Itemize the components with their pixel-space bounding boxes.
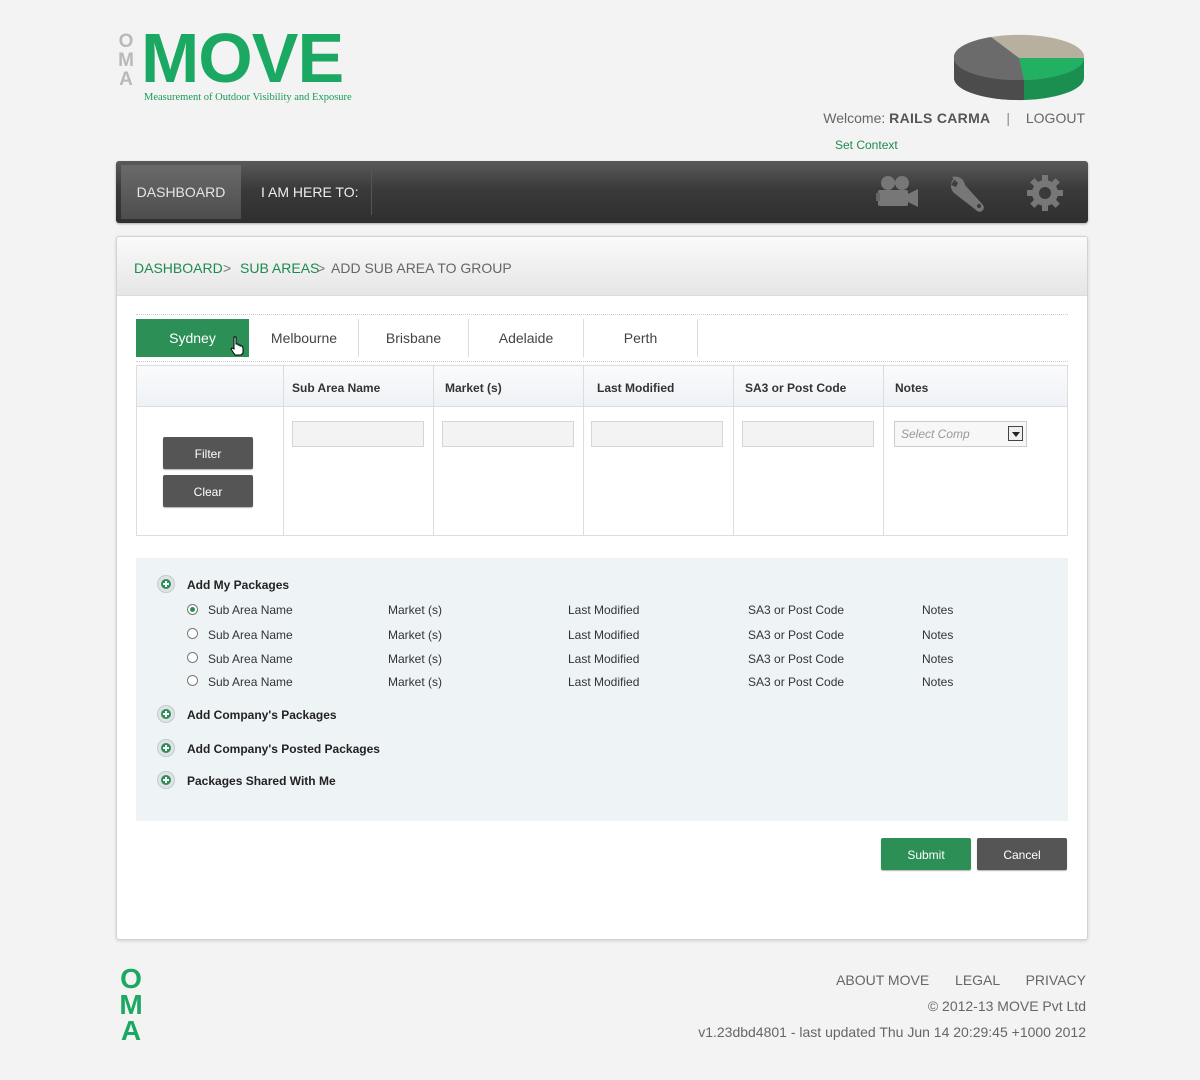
chevron-down-icon[interactable] [1008, 426, 1023, 441]
tabs-top-rule [136, 314, 1068, 315]
tab-perth[interactable]: Perth [584, 319, 698, 357]
column-header-last-modified[interactable]: Last Modified [597, 366, 674, 406]
package-cell: Sub Area Name [208, 628, 293, 642]
footer-link-privacy[interactable]: PRIVACY [1026, 972, 1086, 988]
package-cell: Sub Area Name [208, 652, 293, 666]
column-divider [283, 366, 284, 535]
post-code-filter-input[interactable] [742, 421, 874, 447]
package-cell: Notes [922, 603, 954, 617]
package-radio[interactable] [187, 675, 198, 686]
package-cell: Market (s) [388, 652, 442, 666]
main-panel: DASHBOARD > SUB AREAS > ADD SUB AREA TO … [116, 236, 1088, 940]
last-modified-filter-input[interactable] [591, 421, 723, 447]
package-cell: Market (s) [388, 628, 442, 642]
oma-logo-vertical: OMA [118, 31, 134, 90]
cancel-button[interactable]: Cancel [977, 838, 1067, 870]
column-divider [433, 366, 434, 535]
column-header-markets[interactable]: Market (s) [445, 366, 502, 406]
package-cell: Market (s) [388, 603, 442, 617]
breadcrumb-separator: > [317, 260, 326, 276]
welcome-bar: Welcome: RAILS CARMA | LOGOUT [823, 110, 1085, 126]
nav-divider [371, 169, 372, 215]
set-context-link[interactable]: Set Context [835, 138, 898, 152]
tabs-bottom-rule [136, 361, 1068, 362]
package-cell: Notes [922, 628, 954, 642]
package-cell: Notes [922, 675, 954, 689]
section-add-company-packages[interactable]: Add Company's Packages [187, 708, 337, 722]
camera-icon[interactable] [874, 173, 922, 213]
column-header-sa3-post-code[interactable]: SA3 or Post Code [745, 366, 846, 406]
packages-panel: Add My Packages Sub Area Name Market (s)… [136, 558, 1068, 821]
main-navbar: DASHBOARD I AM HERE TO: [116, 161, 1088, 223]
column-header-notes[interactable]: Notes [895, 366, 928, 406]
breadcrumb-sub-areas[interactable]: SUB AREAS [240, 237, 319, 299]
tab-adelaide[interactable]: Adelaide [469, 319, 584, 357]
tab-brisbane[interactable]: Brisbane [359, 319, 469, 357]
expand-plus-icon[interactable] [157, 771, 175, 789]
hand-cursor-icon [230, 336, 244, 356]
filter-table: Sub Area Name Market (s) Last Modified S… [136, 365, 1068, 536]
brand-tagline: Measurement of Outdoor Visibility and Ex… [144, 92, 352, 103]
package-cell: Sub Area Name [208, 603, 293, 617]
package-cell: Sub Area Name [208, 675, 293, 689]
expand-plus-icon[interactable] [157, 575, 175, 593]
filter-button[interactable]: Filter [163, 437, 253, 469]
logout-link[interactable]: LOGOUT [1026, 110, 1085, 126]
brand-name: MOVE [141, 19, 344, 97]
nav-dashboard[interactable]: DASHBOARD [121, 165, 241, 219]
nav-here-to[interactable]: I AM HERE TO: [261, 161, 359, 223]
package-radio[interactable] [187, 652, 198, 663]
section-add-company-posted-packages[interactable]: Add Company's Posted Packages [187, 742, 380, 756]
package-cell: Market (s) [388, 675, 442, 689]
breadcrumb-dashboard[interactable]: DASHBOARD [134, 237, 223, 299]
expand-plus-icon[interactable] [157, 705, 175, 723]
package-cell: Last Modified [568, 652, 640, 666]
package-cell: Last Modified [568, 628, 640, 642]
package-cell: Notes [922, 652, 954, 666]
breadcrumb-current: ADD SUB AREA TO GROUP [331, 260, 512, 276]
sub-area-name-filter-input[interactable] [292, 421, 424, 447]
select-comp-placeholder: Select Comp [901, 427, 970, 441]
breadcrumb-separator: > [223, 260, 232, 276]
column-divider [583, 366, 584, 535]
pie-chart-icon [953, 34, 1085, 101]
footer-links: ABOUT MOVE LEGAL PRIVACY [814, 972, 1086, 988]
package-cell: SA3 or Post Code [748, 603, 845, 617]
column-divider [733, 366, 734, 535]
package-cell: Last Modified [568, 675, 640, 689]
version-info: v1.23dbd4801 - last updated Thu Jun 14 2… [698, 1024, 1086, 1040]
package-radio[interactable] [187, 628, 198, 639]
submit-button[interactable]: Submit [881, 838, 971, 870]
footer-link-about[interactable]: ABOUT MOVE [836, 972, 929, 988]
footer-oma-logo: OMA [119, 963, 143, 1046]
markets-filter-input[interactable] [442, 421, 574, 447]
package-cell: SA3 or Post Code [748, 652, 845, 666]
package-cell: SA3 or Post Code [748, 675, 845, 689]
clear-button[interactable]: Clear [163, 475, 253, 507]
copyright: © 2012-13 MOVE Pvt Ltd [927, 998, 1086, 1014]
tab-melbourne[interactable]: Melbourne [250, 319, 359, 357]
user-name: RAILS CARMA [889, 110, 991, 126]
gear-icon[interactable] [1021, 173, 1069, 213]
package-cell: SA3 or Post Code [748, 628, 845, 642]
package-cell: Last Modified [568, 603, 640, 617]
brand-logo[interactable]: OMA MOVE Measurement of Outdoor Visibili… [117, 22, 377, 108]
welcome-label: Welcome: [823, 110, 886, 126]
footer-link-legal[interactable]: LEGAL [955, 972, 1000, 988]
column-divider [883, 366, 884, 535]
select-comp-dropdown[interactable]: Select Comp [894, 421, 1027, 447]
section-packages-shared[interactable]: Packages Shared With Me [187, 774, 336, 788]
package-radio[interactable] [187, 604, 198, 615]
column-header-sub-area-name[interactable]: Sub Area Name [292, 366, 380, 406]
wrench-icon[interactable] [946, 173, 994, 213]
expand-plus-icon[interactable] [157, 739, 175, 757]
breadcrumb: DASHBOARD > SUB AREAS > ADD SUB AREA TO … [117, 237, 1087, 296]
section-add-my-packages[interactable]: Add My Packages [187, 578, 289, 592]
separator: | [1006, 110, 1010, 126]
